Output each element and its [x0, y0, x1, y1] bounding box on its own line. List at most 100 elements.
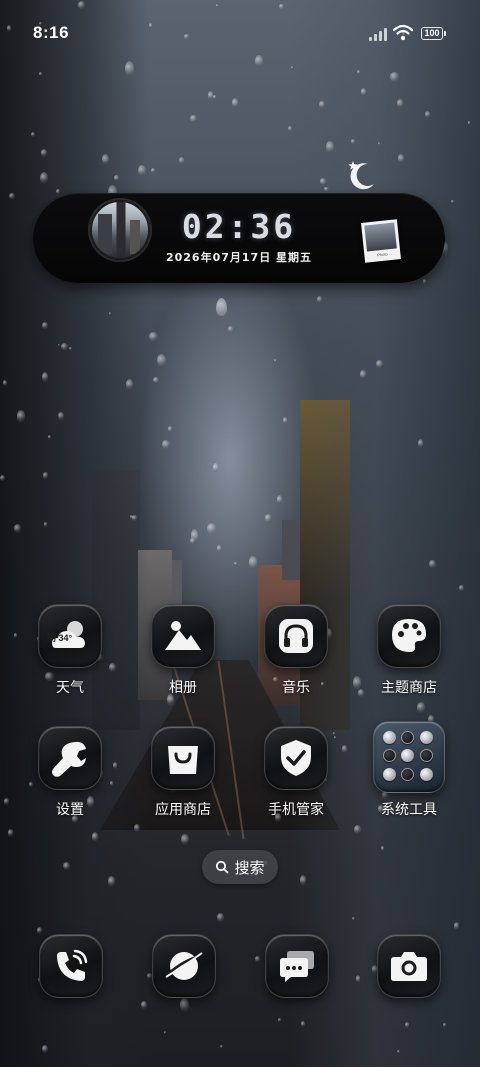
raindrop [467, 120, 471, 125]
raindrop [227, 325, 234, 332]
raindrop [43, 471, 48, 479]
raindrop [162, 440, 171, 449]
raindrop [130, 515, 134, 519]
raindrop [212, 463, 218, 472]
raindrop [459, 585, 465, 591]
raindrop [429, 560, 436, 568]
raindrop [151, 168, 156, 174]
signal-icon [369, 28, 387, 41]
raindrop [389, 72, 399, 82]
dock-camera[interactable] [377, 934, 441, 998]
raindrop [180, 998, 189, 1013]
raindrop [152, 377, 159, 384]
wrench-icon [38, 726, 102, 790]
raindrop [398, 153, 404, 164]
raindrop [350, 139, 355, 144]
raindrop [48, 435, 51, 439]
raindrop [206, 523, 216, 534]
raindrop [102, 153, 109, 165]
raindrop [319, 100, 325, 109]
status-bar: 8:16 100 [0, 0, 480, 68]
wallpaper [0, 0, 480, 1067]
raindrop [157, 354, 167, 368]
raindrop [273, 358, 276, 362]
clock-widget[interactable]: 02:36 2026年07月17日 星期五 Photo [33, 193, 445, 283]
raindrop [231, 98, 238, 108]
weather-badge: 阴 34° [47, 633, 73, 643]
raindrop [55, 189, 60, 194]
app-store[interactable]: 应用商店 [133, 726, 233, 819]
raindrop [324, 186, 329, 192]
raindrop-decoration [216, 298, 227, 316]
raindrop [168, 425, 172, 433]
app-label: 主题商店 [381, 679, 437, 695]
raindrop [13, 524, 21, 534]
app-label: 天气 [56, 679, 84, 695]
raindrop [13, 633, 18, 638]
headphones-icon [264, 604, 328, 668]
raindrop [264, 514, 272, 522]
battery-level: 100 [424, 28, 440, 38]
raindrop [0, 475, 5, 482]
gallery-mountain-icon [151, 604, 215, 668]
raindrop [352, 916, 356, 920]
raindrop [360, 370, 367, 379]
raindrop [180, 834, 190, 845]
raindrop [42, 372, 48, 383]
status-time: 8:16 [33, 23, 70, 42]
raindrop [234, 561, 237, 565]
polaroid-photo: Photo [361, 219, 401, 263]
raindrop [377, 141, 381, 145]
app-music[interactable]: 音乐 [246, 604, 346, 697]
camera-icon [377, 934, 441, 998]
raindrop [137, 164, 146, 177]
moon-star-icon [344, 158, 378, 192]
raindrop [163, 1031, 167, 1035]
raindrop [217, 913, 224, 922]
app-label: 应用商店 [155, 801, 211, 817]
weather-cloud-icon: 阴 34° [38, 604, 102, 668]
browser-planet-icon [152, 934, 216, 998]
raindrop [254, 955, 260, 963]
raindrop [396, 99, 404, 108]
raindrop [114, 175, 119, 181]
search-label: 搜索 [234, 859, 265, 877]
dock-browser[interactable] [152, 934, 216, 998]
raindrop [178, 156, 184, 165]
raindrop [16, 410, 26, 423]
raindrop [288, 125, 292, 131]
app-label: 音乐 [282, 679, 310, 695]
raindrop [217, 544, 222, 552]
raindrop [41, 322, 48, 329]
raindrop [69, 347, 72, 351]
dock-phone[interactable] [39, 934, 103, 998]
raindrop [91, 832, 99, 842]
app-label: 设置 [56, 801, 84, 817]
app-phone-manager[interactable]: 手机管家 [246, 726, 346, 819]
app-weather[interactable]: 阴 34° 天气 [20, 604, 120, 697]
raindrop [190, 115, 197, 122]
app-label: 相册 [169, 679, 197, 695]
raindrop [277, 1017, 281, 1023]
app-theme-store[interactable]: 主题商店 [359, 604, 459, 697]
message-bubbles-icon [265, 934, 329, 998]
raindrop [63, 861, 71, 870]
raindrop [453, 922, 459, 931]
search-button[interactable]: 搜索 [202, 850, 278, 884]
raindrop [7, 829, 13, 837]
raindrop [220, 1044, 223, 1048]
dock-messages[interactable] [265, 934, 329, 998]
shopping-bag-icon [151, 726, 215, 790]
raindrop [282, 417, 287, 425]
raindrop [326, 140, 334, 153]
app-settings[interactable]: 设置 [20, 726, 120, 819]
raindrop [57, 343, 60, 347]
raindrop [149, 331, 158, 341]
polaroid-caption: Photo [376, 251, 388, 258]
app-gallery[interactable]: 相册 [133, 604, 233, 697]
app-system-tools[interactable]: 系统工具 [359, 721, 459, 819]
raindrop [423, 279, 426, 284]
raindrop [39, 72, 42, 77]
palette-icon [377, 604, 441, 668]
shield-check-icon [264, 726, 328, 790]
